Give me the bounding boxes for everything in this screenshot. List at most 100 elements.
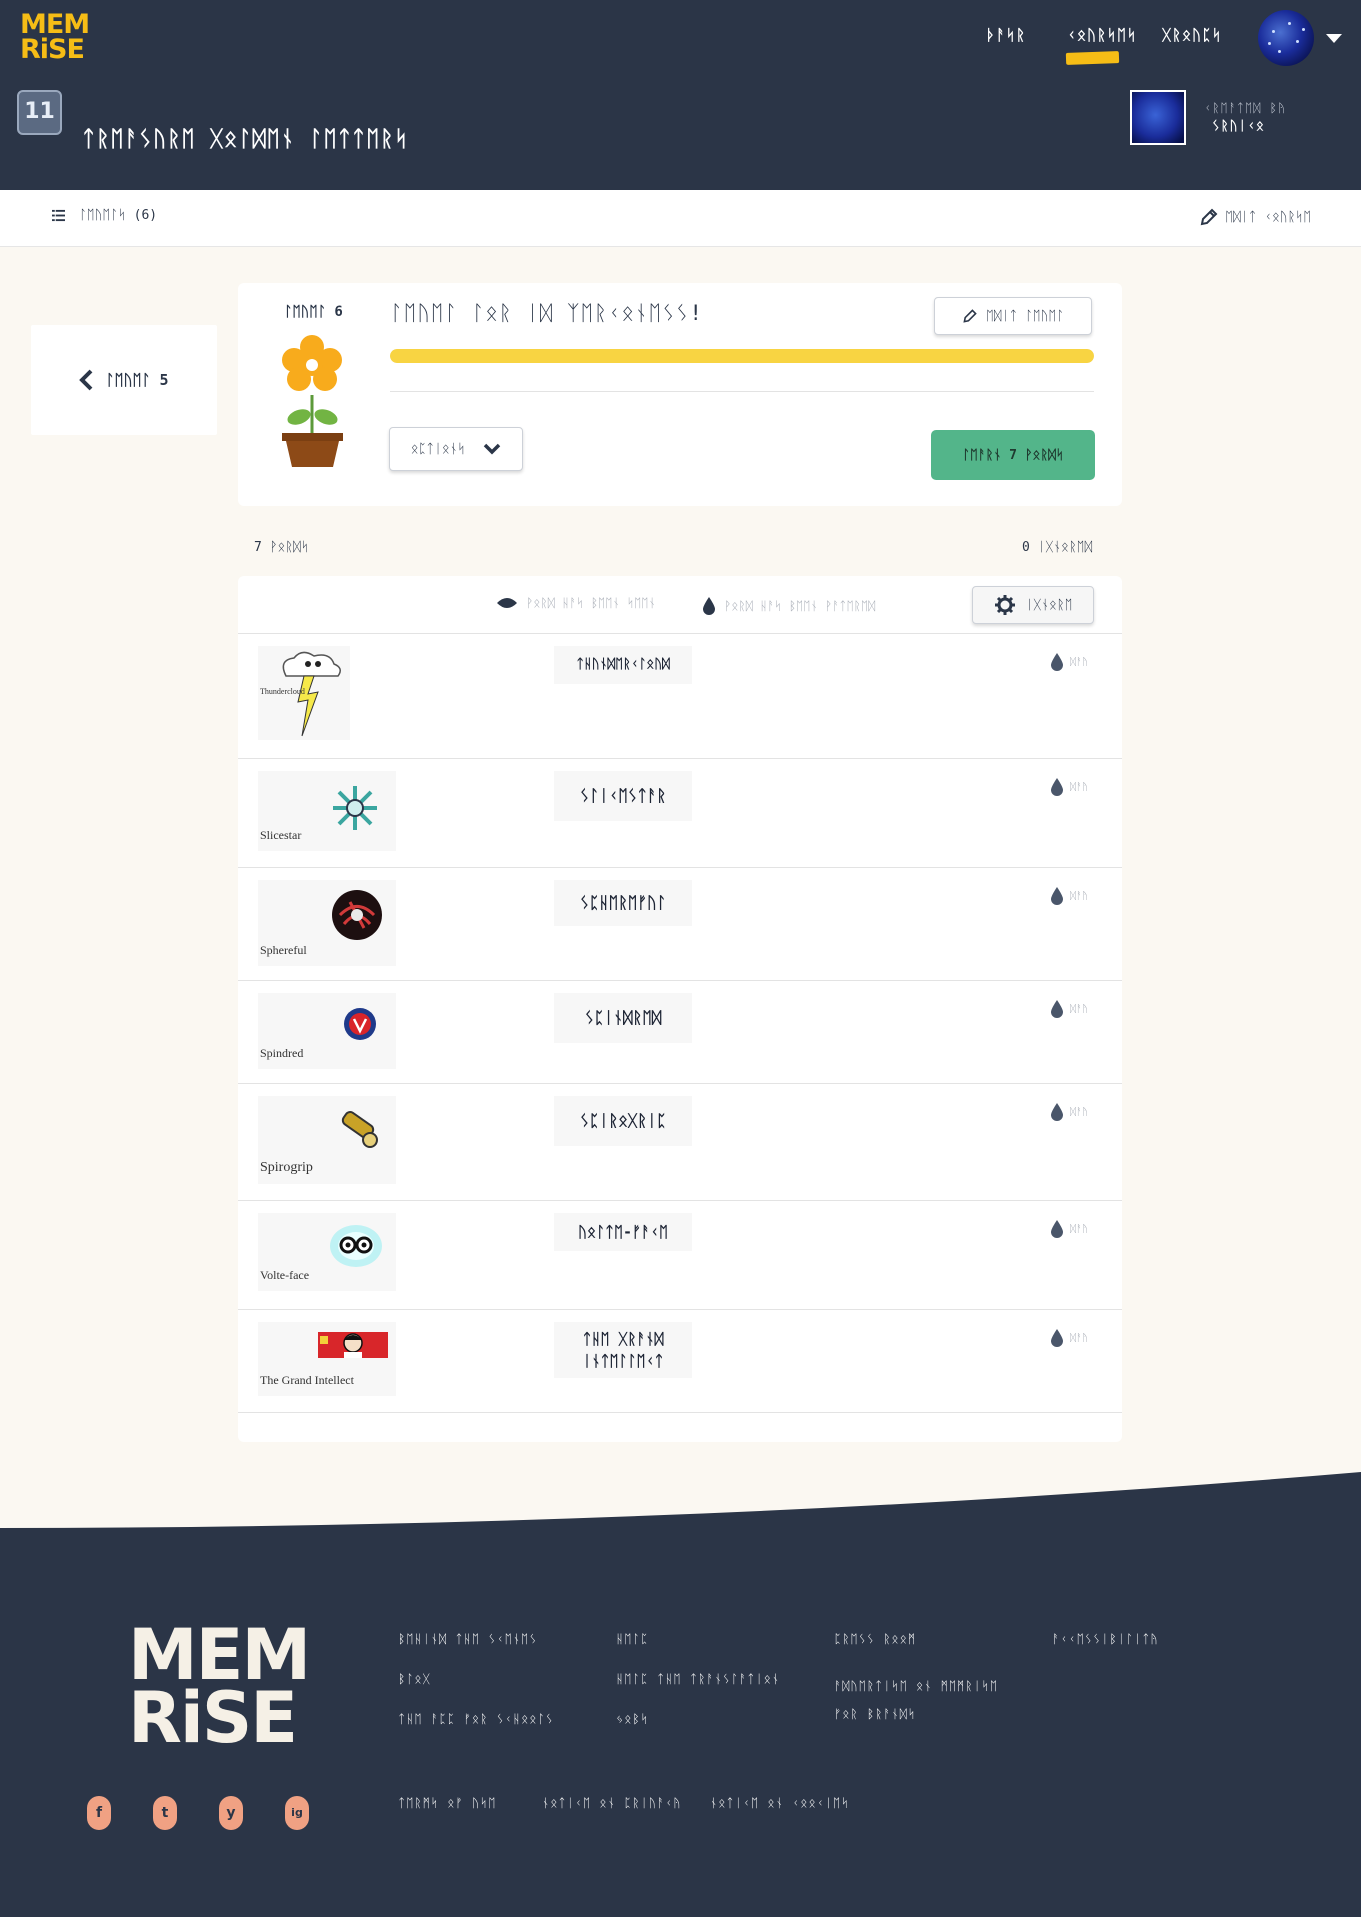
ignored-count: 0 ᛁᚷᚾᛟᚱᛖᛞ <box>1022 540 1093 555</box>
footer-link-press[interactable]: ᛈᚱᛖᛊᛊ ᚱᛟᛟᛗ <box>834 1632 916 1646</box>
word-status: ᛞᚨᚤ <box>1050 652 1088 672</box>
flower-pot-icon <box>282 335 343 467</box>
pencil-icon <box>1200 208 1218 226</box>
edit-level-label: ᛖᛞᛁᛏ ᛚᛖᚢᛖᛚ <box>985 308 1065 324</box>
word-image: Thundercloud <box>258 646 350 740</box>
word-image-caption: Spirogrip <box>260 1160 313 1175</box>
word-status-label: ᛞᚨᚤ <box>1070 1106 1088 1118</box>
level-progress-fill <box>390 349 1094 363</box>
creator-label: ᚲᚱᛖᚨᛏᛖᛞ ᛒᚤ <box>1204 101 1287 115</box>
word-text: ᛊᛈᛁᚾᛞᚱᛖᛞ <box>554 993 692 1043</box>
water-drop-icon <box>1051 1329 1063 1347</box>
course-subbar: ᛚᛖᚢᛖᛚᛋ (6) ᛖᛞᛁᛏ ᚲᛟᚢᚱᛋᛖ <box>0 190 1361 247</box>
footer-link-schools[interactable]: ᛏᚺᛖ ᚨᛈᛈ ᚠᛟᚱ ᛊᚲᚺᛟᛟᛚᛊ <box>398 1712 554 1726</box>
nav-groups[interactable]: ᚷᚱᛟᚢᛈᛋ <box>1162 26 1222 44</box>
memrise-logo[interactable]: MEM RiSE <box>20 11 90 65</box>
word-status: ᛞᚨᚤ <box>1050 1328 1088 1348</box>
word-row-thundercloud[interactable]: Thundercloud ᛏᚺᚢᚾᛞᛖᚱᚲᛚᛟᚢᛞ ᛞᚨᚤ <box>238 634 1122 759</box>
footer-link-jobs[interactable]: ᛃᛟᛒᛋ <box>616 1712 649 1726</box>
word-status: ᛞᚨᚤ <box>1050 777 1088 797</box>
footer-link-cookies[interactable]: ᚾᛟᛏᛁᚲᛖ ᛟᚾ ᚲᛟᛟᚲᛁᛖᛋ <box>710 1796 849 1810</box>
nav-courses[interactable]: ᚲᛟᚢᚱᛋᛖᛋ <box>1067 26 1137 44</box>
list-icon <box>52 209 65 222</box>
level-title: ᛚᛖᚢᛖᛚ ᛚᛟᚱ ᛁᛞ ᛉᛖᚱᚲᛟᚾᛖᛊᛊ! <box>390 301 703 325</box>
creator-name[interactable]: ᛊᚱᚢᛁᚲᛟ <box>1212 119 1265 134</box>
word-status: ᛞᚨᚤ <box>1050 886 1088 906</box>
instagram-icon[interactable]: ig <box>285 1796 309 1830</box>
user-menu-chevron-down-icon[interactable] <box>1326 34 1342 43</box>
footer-link-advertise[interactable]: ᚨᛞᚢᛖᚱᛏᛁᛋᛖ ᛟᚾ ᛗᛖᛗᚱᛁᛋᛖ ᚠᛟᚱ ᛒᚱᚨᚾᛞᛋ <box>834 1672 1014 1728</box>
word-text: ᛏᚺᛖ ᚷᚱᚨᚾᛞ ᛁᚾᛏᛖᛚᛚᛖᚲᛏ <box>554 1322 692 1378</box>
word-row-volte-face[interactable]: Volte-face ᚢᛟᛚᛏᛖ-ᚠᚨᚲᛖ ᛞᚨᚤ <box>238 1201 1122 1310</box>
card-divider <box>390 391 1094 392</box>
user-avatar[interactable] <box>1258 10 1314 66</box>
learn-words-button[interactable]: ᛚᛖᚨᚱᚾ 7 ᚹᛟᚱᛞᛋ <box>931 430 1095 480</box>
level-progress-bar <box>390 349 1094 363</box>
sphereful-image <box>332 890 382 940</box>
previous-level-label: ᛚᛖᚢᛖᛚ 5 <box>105 371 169 389</box>
level-number: ᛚᛖᚢᛖᛚ 6 <box>284 304 343 320</box>
chevron-down-icon <box>484 443 501 455</box>
water-drop-icon <box>1051 1103 1063 1121</box>
levels-link[interactable]: ᛚᛖᚢᛖᛚᛋ (6) <box>52 208 157 223</box>
word-image-caption: Thundercloud <box>260 687 305 696</box>
word-text: ᛏᚺᚢᚾᛞᛖᚱᚲᛚᛟᚢᛞ <box>554 646 692 684</box>
pencil-icon <box>963 309 977 323</box>
previous-level-button[interactable]: ᛚᛖᚢᛖᛚ 5 <box>31 325 217 435</box>
word-text: ᛊᛚᛁᚲᛖᛊᛏᚨᚱ <box>554 771 692 821</box>
water-drop-icon <box>703 597 715 615</box>
options-dropdown[interactable]: ᛟᛈᛏᛁᛟᚾᛋ <box>389 427 523 471</box>
word-image: Spirogrip <box>258 1096 396 1184</box>
levels-label: ᛚᛖᚢᛖᛚᛋ (6) <box>79 208 158 223</box>
footer-memrise-logo[interactable]: MEM RiSE <box>128 1620 311 1753</box>
word-row-the-grand-intellect[interactable]: The Grand Intellect ᛏᚺᛖ ᚷᚱᚨᚾᛞ ᛁᚾᛏᛖᛚᛚᛖᚲᛏ … <box>238 1310 1122 1413</box>
twitter-icon[interactable]: t <box>153 1796 177 1830</box>
word-text: ᛊᛈᛁᚱᛟᚷᚱᛁᛈ <box>554 1096 692 1146</box>
ignore-button[interactable]: ᛁᚷᚾᛟᚱᛖ <box>972 586 1094 624</box>
active-nav-underline <box>1065 51 1120 65</box>
the-grand-intellect-image <box>318 1332 388 1358</box>
footer-link-blog[interactable]: ᛒᛚᛟᚷ <box>398 1672 431 1686</box>
footer-link-translation[interactable]: ᚺᛖᛚᛈ ᛏᚺᛖ ᛏᚱᚨᚾᛊᛚᚨᛏᛁᛟᚾ <box>616 1672 780 1686</box>
nav-home[interactable]: ᚦᚨᛋᚱ <box>986 26 1026 44</box>
word-image: Volte-face <box>258 1213 396 1291</box>
word-status-label: ᛞᚨᚤ <box>1070 1332 1088 1344</box>
gear-icon <box>994 595 1015 615</box>
footer-link-terms[interactable]: ᛏᛖᚱᛗᛋ ᛟᚠ ᚢᛋᛖ <box>398 1796 496 1810</box>
word-status-label: ᛞᚨᚤ <box>1070 890 1088 902</box>
footer-link-accessibility[interactable]: ᚨᚲᚲᛖᛊᛊᛁᛒᛁᛚᛁᛏᚤ <box>1052 1632 1159 1646</box>
footer-link-help[interactable]: ᚺᛖᛚᛈ <box>616 1632 649 1646</box>
word-image: Slicestar <box>258 771 396 851</box>
facebook-icon[interactable]: f <box>87 1796 111 1830</box>
creator-avatar[interactable] <box>1130 90 1186 145</box>
footer: MEM RiSE ᛒᛖᚺᛁᚾᛞ ᛏᚺᛖ ᛊᚲᛖᚾᛖᛊ ᛒᛚᛟᚷ ᛏᚺᛖ ᚨᛈᛈ … <box>0 1528 1361 1917</box>
word-image-caption: Slicestar <box>260 828 302 842</box>
word-row-spirogrip[interactable]: Spirogrip ᛊᛈᛁᚱᛟᚷᚱᛁᛈ ᛞᚨᚤ <box>238 1084 1122 1201</box>
word-row-spindred[interactable]: Spindred ᛊᛈᛁᚾᛞᚱᛖᛞ ᛞᚨᚤ <box>238 981 1122 1084</box>
ignore-label: ᛁᚷᚾᛟᚱᛖ <box>1025 597 1073 613</box>
level-card: ᛚᛖᚢᛖᛚ 6 ᛚᛖᚢᛖᛚ ᛚᛟᚱ ᛁᛞ ᛉᛖᚱᚲᛟᚾᛖᛊᛊ! ᛖᛞᛁᛏ ᛚᛖᚢ… <box>238 283 1122 506</box>
footer-link-privacy[interactable]: ᚾᛟᛏᛁᚲᛖ ᛟᚾ ᛈᚱᛁᚢᚨᚲᚤ <box>542 1796 681 1810</box>
course-icon: 11 <box>17 90 62 135</box>
spirogrip-image <box>341 1111 378 1148</box>
youtube-icon[interactable]: y <box>219 1796 243 1830</box>
word-status-label: ᛞᚨᚤ <box>1070 656 1088 668</box>
water-drop-icon <box>1051 1000 1063 1018</box>
word-row-sphereful[interactable]: Sphereful ᛊᛈᚺᛖᚱᛖᚠᚢᛚ ᛞᚨᚤ <box>238 868 1122 981</box>
word-image: Spindred <box>258 993 396 1069</box>
legend-watered: ᚹᛟᚱᛞ ᚺᚨᛋ ᛒᛖᛖᚾ ᚹᚨᛏᛖᚱᛖᛞ <box>702 596 875 616</box>
word-image: Sphereful <box>258 880 396 966</box>
eye-icon <box>497 598 517 608</box>
word-status-label: ᛞᚨᚤ <box>1070 1003 1088 1015</box>
word-status: ᛞᚨᚤ <box>1050 999 1088 1019</box>
edit-course-label: ᛖᛞᛁᛏ ᚲᛟᚢᚱᛋᛖ <box>1225 209 1311 225</box>
edit-course-button[interactable]: ᛖᛞᛁᛏ ᚲᛟᚢᚱᛋᛖ <box>1199 207 1311 227</box>
footer-link-behind-the-scenes[interactable]: ᛒᛖᚺᛁᚾᛞ ᛏᚺᛖ ᛊᚲᛖᚾᛖᛊ <box>398 1632 537 1646</box>
edit-level-button[interactable]: ᛖᛞᛁᛏ ᛚᛖᚢᛖᛚ <box>934 297 1092 335</box>
word-row-slicestar[interactable]: Slicestar ᛊᛚᛁᚲᛖᛊᛏᚨᚱ ᛞᚨᚤ <box>238 759 1122 868</box>
logo-line2: RiSE <box>20 34 85 65</box>
word-text: ᛊᛈᚺᛖᚱᛖᚠᚢᛚ <box>554 880 692 926</box>
word-status: ᛞᚨᚤ <box>1050 1219 1088 1239</box>
word-text: ᚢᛟᛚᛏᛖ-ᚠᚨᚲᛖ <box>554 1213 692 1251</box>
legend-seen: ᚹᛟᚱᛞ ᚺᚨᛋ ᛒᛖᛖᚾ ᛋᛖᛖᚾ <box>496 596 656 610</box>
